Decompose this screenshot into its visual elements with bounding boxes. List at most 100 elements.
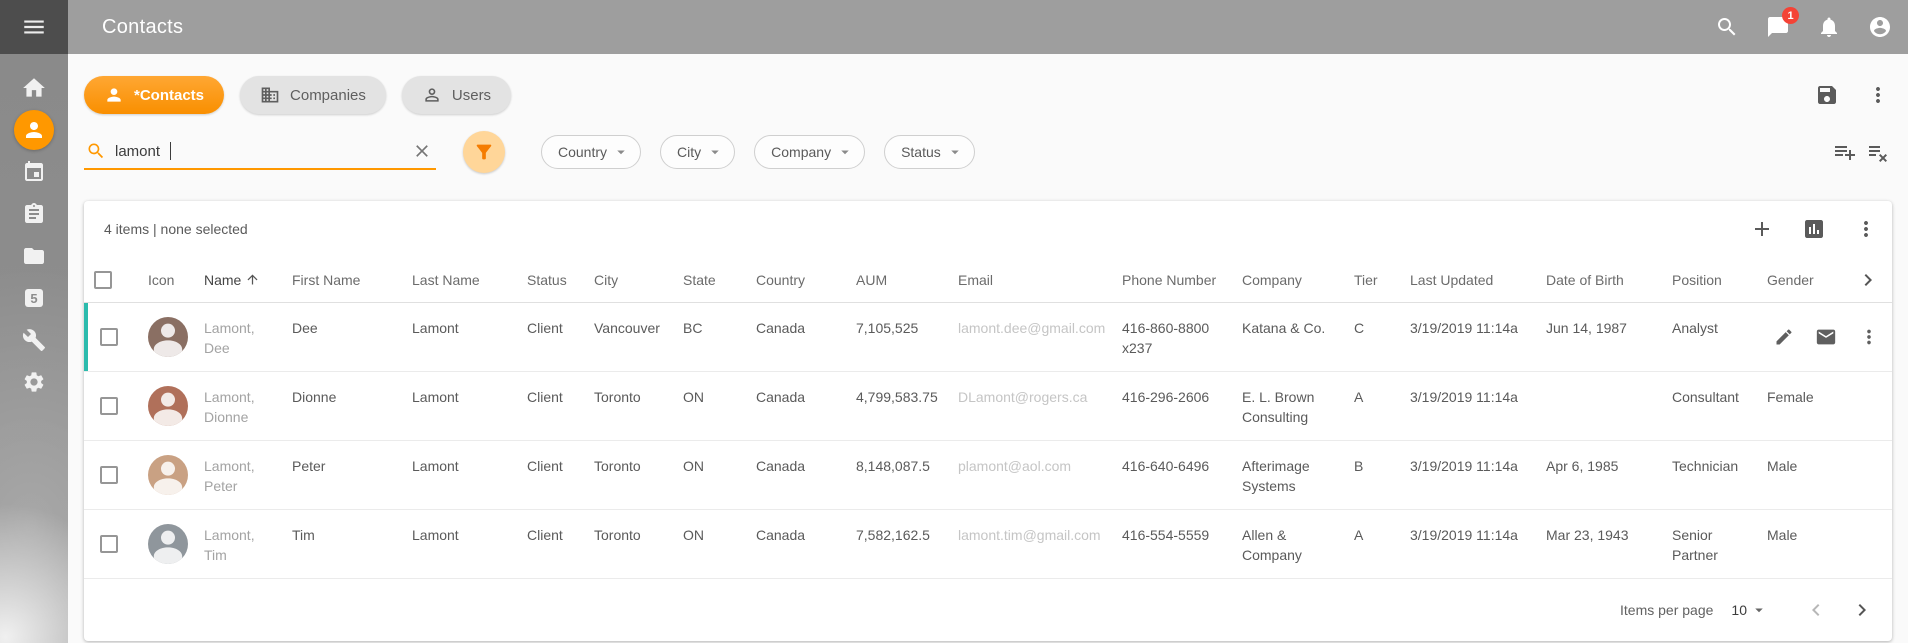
chart-icon xyxy=(1802,217,1826,241)
page-title: Contacts xyxy=(102,16,183,39)
col-tier[interactable]: Tier xyxy=(1354,257,1410,302)
col-aum[interactable]: AUM xyxy=(856,257,958,302)
tabs-more-button[interactable] xyxy=(1866,83,1890,107)
search-icon[interactable] xyxy=(1715,15,1739,39)
sidebar-item-home[interactable] xyxy=(0,67,68,109)
cell-position: Analyst xyxy=(1672,303,1767,371)
cell-icon xyxy=(134,372,204,440)
table-row[interactable]: Lamont, Dionne Dionne Lamont Client Toro… xyxy=(84,372,1892,441)
cell-checkbox xyxy=(84,303,134,371)
caret-down-icon xyxy=(612,143,630,161)
sidebar-item-folder[interactable] xyxy=(0,235,68,277)
cell-company: E. L. Brown Consulting xyxy=(1242,372,1354,440)
cell-phone: 416-554-5559 xyxy=(1122,510,1242,578)
cell-icon xyxy=(134,510,204,578)
main-content: *Contacts Companies Users lamont xyxy=(68,54,1908,643)
cell-name: Lamont, Dionne xyxy=(204,372,292,440)
cell-phone: 416-296-2606 xyxy=(1122,372,1242,440)
sidebar-item-tasks[interactable] xyxy=(0,193,68,235)
cell-tier: C xyxy=(1354,303,1410,371)
cell-icon xyxy=(134,303,204,371)
add-contact-button[interactable] xyxy=(1750,217,1774,241)
menu-button[interactable] xyxy=(0,0,68,54)
chart-view-button[interactable] xyxy=(1802,217,1826,241)
list-remove-button[interactable] xyxy=(1866,140,1890,164)
clear-search-icon[interactable] xyxy=(412,141,432,161)
tab-contacts[interactable]: *Contacts xyxy=(84,76,224,114)
col-gender[interactable]: Gender xyxy=(1767,257,1837,302)
cell-company: Katana & Co. xyxy=(1242,303,1354,371)
cell-first-name: Peter xyxy=(292,441,412,509)
sidebar-item-sign5[interactable]: 5 xyxy=(0,277,68,319)
cell-dob xyxy=(1546,372,1672,440)
table-row[interactable]: Lamont, Peter Peter Lamont Client Toront… xyxy=(84,441,1892,510)
cell-first-name: Dee xyxy=(292,303,412,371)
col-company[interactable]: Company xyxy=(1242,257,1354,302)
col-first-name[interactable]: First Name xyxy=(292,257,412,302)
account-icon[interactable] xyxy=(1868,15,1892,39)
email-icon[interactable] xyxy=(1815,326,1837,348)
more-vert-icon xyxy=(1854,217,1878,241)
col-dob[interactable]: Date of Birth xyxy=(1546,257,1672,302)
col-last-name[interactable]: Last Name xyxy=(412,257,527,302)
filter-city-dropdown[interactable]: City xyxy=(660,135,735,169)
filter-country-dropdown[interactable]: Country xyxy=(541,135,641,169)
row-checkbox[interactable] xyxy=(100,535,118,553)
cell-dob: Jun 14, 1987 xyxy=(1546,303,1672,371)
scroll-columns-right-icon[interactable] xyxy=(1837,257,1892,302)
cell-name: Lamont, Tim xyxy=(204,510,292,578)
save-button[interactable] xyxy=(1815,83,1839,107)
filter-button[interactable] xyxy=(463,131,505,173)
search-input[interactable]: lamont xyxy=(84,134,436,170)
notification-badge: 1 xyxy=(1782,7,1799,24)
cell-position: Technician xyxy=(1672,441,1767,509)
grid-more-button[interactable] xyxy=(1854,217,1878,241)
caret-down-icon xyxy=(946,143,964,161)
col-last-updated[interactable]: Last Updated xyxy=(1410,257,1546,302)
app-window: Contacts 1 5 *Contacts xyxy=(0,0,1908,643)
cell-phone: 416-860-8800 x237 xyxy=(1122,303,1242,371)
avatar xyxy=(148,386,188,426)
tab-users[interactable]: Users xyxy=(402,76,511,114)
row-checkbox[interactable] xyxy=(100,397,118,415)
tab-companies[interactable]: Companies xyxy=(240,76,386,114)
col-city[interactable]: City xyxy=(594,257,683,302)
sidebar-item-tools[interactable] xyxy=(0,319,68,361)
row-more-icon[interactable] xyxy=(1858,326,1880,348)
select-all-checkbox[interactable] xyxy=(94,271,112,289)
filter-status-dropdown[interactable]: Status xyxy=(884,135,975,169)
col-state[interactable]: State xyxy=(683,257,756,302)
sidebar-item-calendar[interactable] xyxy=(0,151,68,193)
table-row[interactable]: Lamont, Tim Tim Lamont Client Toronto ON… xyxy=(84,510,1892,579)
col-phone[interactable]: Phone Number xyxy=(1122,257,1242,302)
folder-icon xyxy=(22,244,46,268)
caret-down-icon xyxy=(706,143,724,161)
next-page-icon[interactable] xyxy=(1850,598,1874,622)
col-name[interactable]: Name xyxy=(204,257,292,302)
cell-gender: Female xyxy=(1767,372,1837,440)
notifications-icon[interactable] xyxy=(1817,15,1841,39)
col-email[interactable]: Email xyxy=(958,257,1122,302)
filter-status-label: Status xyxy=(901,144,941,160)
contacts-grid-card: 4 items | none selected Icon Name First … xyxy=(84,201,1892,641)
table-row[interactable]: Lamont, Dee Dee Lamont Client Vancouver … xyxy=(84,303,1892,372)
row-checkbox[interactable] xyxy=(100,328,118,346)
sidebar-item-settings[interactable] xyxy=(0,361,68,403)
cell-name: Lamont, Dee xyxy=(204,303,292,371)
filter-company-dropdown[interactable]: Company xyxy=(754,135,865,169)
cell-last-name: Lamont xyxy=(412,372,527,440)
menu-icon xyxy=(21,14,47,40)
cell-checkbox xyxy=(84,372,134,440)
user-outline-icon xyxy=(422,85,442,105)
page-size-select[interactable]: 10 xyxy=(1731,601,1768,619)
col-status[interactable]: Status xyxy=(527,257,594,302)
chat-icon[interactable]: 1 xyxy=(1766,15,1790,39)
edit-icon[interactable] xyxy=(1774,327,1794,347)
col-position[interactable]: Position xyxy=(1672,257,1767,302)
col-country[interactable]: Country xyxy=(756,257,856,302)
list-add-button[interactable] xyxy=(1833,140,1857,164)
prev-page-icon[interactable] xyxy=(1804,598,1828,622)
sidebar-item-contacts[interactable] xyxy=(0,109,68,151)
cell-first-name: Dionne xyxy=(292,372,412,440)
row-checkbox[interactable] xyxy=(100,466,118,484)
